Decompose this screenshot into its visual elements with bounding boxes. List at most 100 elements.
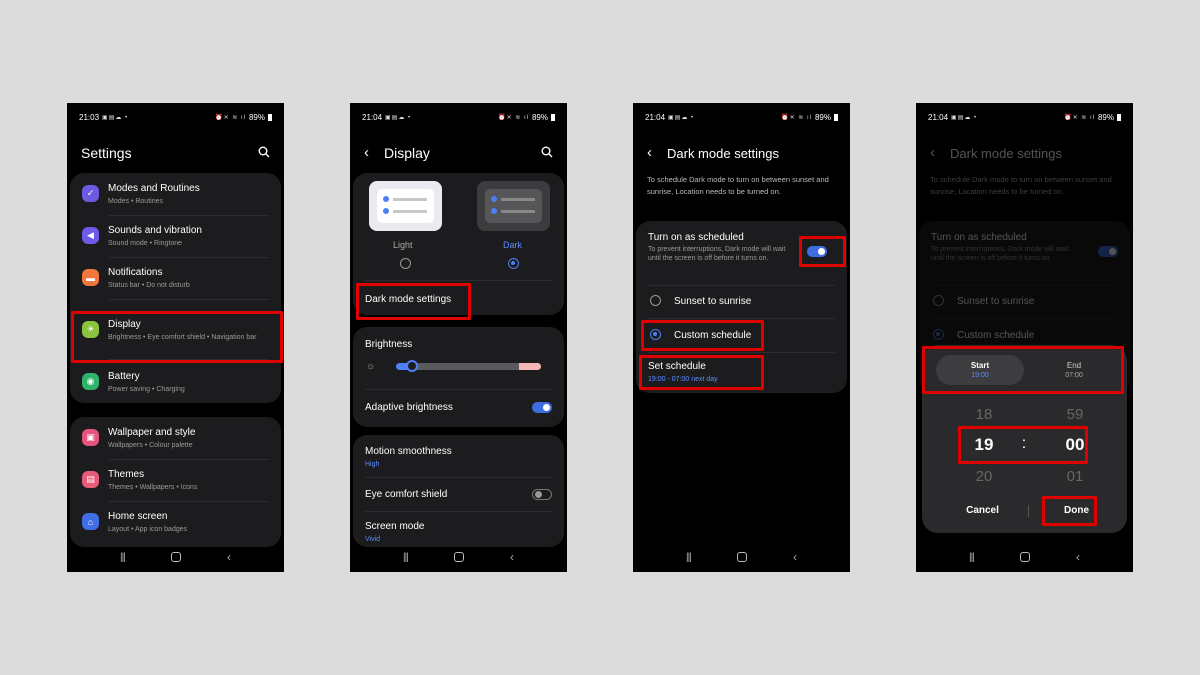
themes-icon: ▤ [82,471,99,488]
nav-bar: ||| ‹ [67,550,284,564]
item-title: Notifications [108,267,163,278]
status-notification-icons: ▣▤☁ • [385,114,412,121]
screen-mode-item[interactable]: Screen mode [365,521,424,532]
item-subtitle: Sound mode • Ringtone [108,240,183,247]
minute-prev: 59 [1066,406,1084,423]
speaker-icon: ◀ [82,227,99,244]
brightness-thumb[interactable] [406,360,418,372]
back-nav-icon[interactable]: ‹ [510,550,514,564]
settings-item-sounds[interactable]: ◀ Sounds and vibration Sound mode • Ring… [70,215,281,257]
status-signal-icons: ⏰✕ ≋ ıl [781,114,812,121]
item-title: Home screen [108,511,168,522]
battery-settings-icon: ◉ [82,373,99,390]
brightness-slider[interactable] [396,360,541,372]
status-bar: 21:04 ▣▤☁ • ⏰✕ ≋ ıl 89% [928,112,1121,122]
turn-on-scheduled-label: Turn on as scheduled [648,232,744,243]
nav-bar: ||| ‹ [633,550,850,564]
custom-schedule-radio [933,329,944,340]
hour-prev: 18 [975,406,993,423]
battery-level: 89% [1097,112,1114,122]
page-title: Dark mode settings [667,146,779,161]
status-bar: 21:03 ▣▤☁ • ⏰✕ ≋ ıl 89% [79,112,272,122]
nav-bar: ||| ‹ [916,550,1133,564]
sun-small-icon: ☼ [366,361,376,372]
light-theme-preview[interactable] [369,181,442,231]
dark-theme-preview[interactable] [477,181,550,231]
recent-apps-icon[interactable]: ||| [120,552,126,563]
search-icon[interactable] [541,145,553,163]
battery-level: 89% [814,112,831,122]
phone-settings: 21:03 ▣▤☁ • ⏰✕ ≋ ıl 89% Settings ✓ Modes a… [67,103,284,572]
motion-smoothness-item[interactable]: Motion smoothness [365,446,452,457]
highlight-dark-mode-settings [356,283,471,320]
schedule-description: To schedule Dark mode to turn on between… [647,175,829,196]
item-title: Wallpaper and style [108,427,196,438]
highlight-done [1042,496,1097,526]
home-screen-icon: ⌂ [82,513,99,530]
sunset-radio[interactable] [650,295,661,306]
item-subtitle: Modes • Routines [108,198,163,205]
home-icon[interactable] [453,552,464,562]
check-circle-icon: ✓ [82,185,99,202]
battery-level: 89% [531,112,548,122]
notification-icon: ▬ [82,269,99,286]
settings-item-themes[interactable]: ▤ Themes Themes • Wallpapers • Icons [70,459,281,501]
minute-next: 01 [1066,468,1084,485]
nav-bar: ||| ‹ [350,550,567,564]
settings-item-battery[interactable]: ◉ Battery Power saving • Charging [70,361,281,403]
status-bar: 21:04 ▣▤☁ • ⏰✕ ≋ ıl 89% [362,112,555,122]
turn-on-scheduled-sub: To prevent interruptions, Dark mode will… [648,246,786,262]
status-time: 21:03 [79,112,100,122]
light-radio[interactable] [400,258,411,269]
battery-icon [1117,113,1121,121]
item-title: Themes [108,469,145,480]
turn-on-scheduled-toggle [1098,246,1118,257]
settings-item-home-screen[interactable]: ⌂ Home screen Layout • App icon badges [70,501,281,543]
back-nav-icon[interactable]: ‹ [1076,550,1080,564]
battery-icon [268,113,272,121]
item-subtitle: Status bar • Do not disturb [108,282,190,289]
item-title: Modes and Routines [108,183,200,194]
status-notification-icons: ▣▤☁ • [951,114,978,121]
battery-icon [834,113,838,121]
recent-apps-icon[interactable]: ||| [969,552,975,563]
item-subtitle: Layout • App icon badges [108,526,188,533]
eye-comfort-toggle[interactable] [532,489,552,500]
dark-radio[interactable] [508,258,519,269]
turn-on-scheduled-label: Turn on as scheduled [931,232,1027,243]
settings-item-wallpaper[interactable]: ▣ Wallpaper and style Wallpapers • Colou… [70,417,281,459]
highlight-set-schedule [639,355,764,390]
recent-apps-icon[interactable]: ||| [686,552,692,563]
back-nav-icon[interactable]: ‹ [793,550,797,564]
settings-item-modes-routines[interactable]: ✓ Modes and Routines Modes • Routines [70,173,281,215]
search-icon[interactable] [258,145,270,163]
home-icon[interactable] [170,552,181,562]
settings-group-1: ✓ Modes and Routines Modes • Routines ◀ … [70,173,281,403]
status-signal-icons: ⏰✕ ≋ ıl [215,114,246,121]
adaptive-brightness-label: Adaptive brightness [365,402,453,413]
back-nav-icon[interactable]: ‹ [227,550,231,564]
adaptive-brightness-toggle[interactable] [532,402,552,413]
back-arrow-icon[interactable]: ‹ [647,144,652,161]
status-notification-icons: ▣▤☁ • [102,114,129,121]
item-subtitle: Themes • Wallpapers • Icons [108,484,198,491]
item-title: Sounds and vibration [108,225,202,236]
status-signal-icons: ⏰✕ ≋ ıl [498,114,529,121]
home-icon[interactable] [736,552,747,562]
status-time: 21:04 [645,112,666,122]
highlight-start-end [922,346,1124,394]
phone-dark-mode-settings: 21:04 ▣▤☁ • ⏰✕ ≋ ıl 89% ‹ Dark mode settin… [633,103,850,572]
eye-comfort-label: Eye comfort shield [365,489,448,500]
brightness-label: Brightness [365,339,413,350]
status-signal-icons: ⏰✕ ≋ ıl [1064,114,1095,121]
cancel-button[interactable]: Cancel [936,505,1029,516]
recent-apps-icon[interactable]: ||| [403,552,409,563]
home-icon[interactable] [1019,552,1030,562]
display-options-card: Motion smoothness High Eye comfort shiel… [353,435,564,547]
status-time: 21:04 [928,112,949,122]
highlight-display [71,311,283,363]
highlight-custom-schedule [641,320,764,351]
settings-item-notifications[interactable]: ▬ Notifications Status bar • Do not dist… [70,257,281,299]
phone-time-picker: 21:04 ▣▤☁ • ⏰✕ ≋ ıl 89% ‹ Dark mode settin… [916,103,1133,572]
back-arrow-icon[interactable]: ‹ [364,144,369,161]
